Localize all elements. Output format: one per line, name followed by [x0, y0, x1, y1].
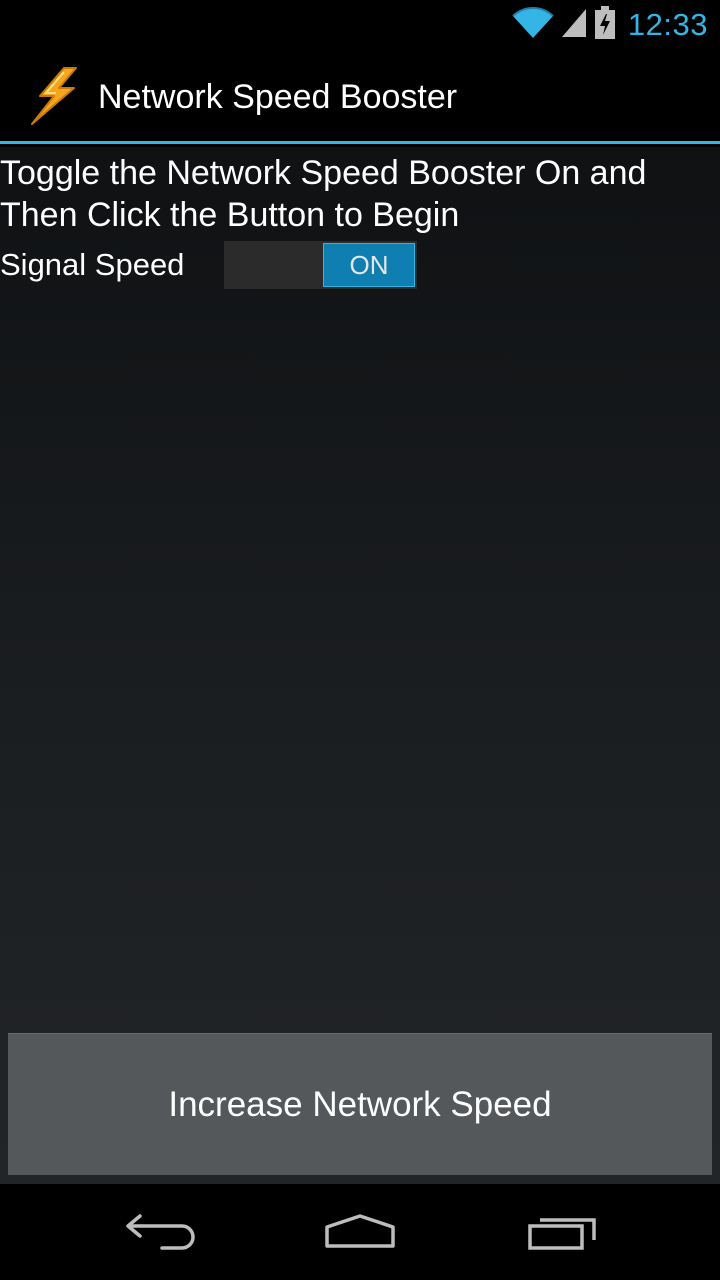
recent-apps-icon[interactable]: [518, 1208, 608, 1258]
instruction-text: Toggle the Network Speed Booster On and …: [0, 154, 647, 234]
status-time: 12:33: [627, 7, 708, 42]
cell-signal-icon: [560, 7, 588, 44]
main-content: Toggle the Network Speed Booster On and …: [0, 147, 720, 1184]
status-bar: 12:33: [0, 0, 720, 50]
app-title: Network Speed Booster: [98, 78, 458, 116]
increase-network-speed-button[interactable]: Increase Network Speed: [8, 1033, 712, 1175]
battery-charging-icon: [594, 5, 616, 45]
switch-thumb[interactable]: ON: [323, 243, 415, 287]
nav-bar: [0, 1184, 720, 1280]
home-icon[interactable]: [315, 1208, 405, 1258]
app-screen: 12:33 Network Speed Booster Toggle the N…: [0, 0, 720, 1280]
status-icons: 12:33: [512, 0, 708, 50]
action-bar: Network Speed Booster: [0, 50, 720, 144]
wifi-icon: [512, 6, 554, 45]
signal-speed-label: Signal Speed: [0, 247, 185, 282]
signal-speed-switch[interactable]: ON: [224, 241, 417, 289]
back-icon[interactable]: [114, 1208, 204, 1258]
lightning-bolt-icon: [24, 66, 84, 128]
